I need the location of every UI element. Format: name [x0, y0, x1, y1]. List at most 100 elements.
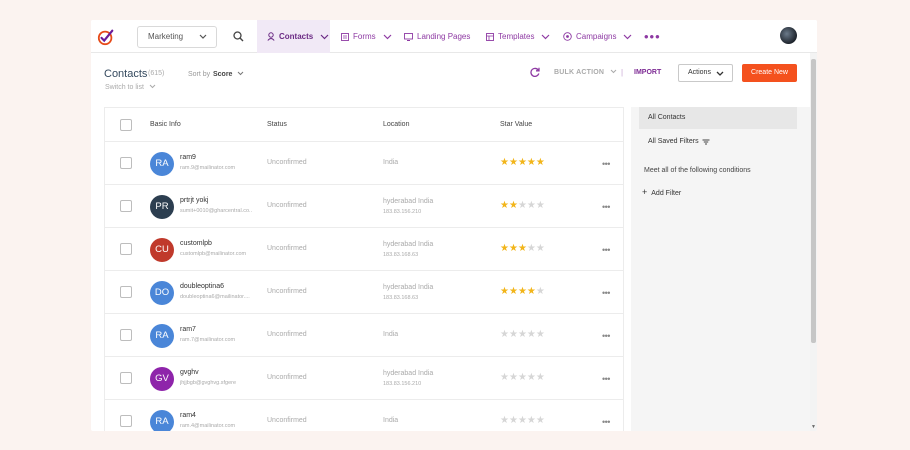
- nav-landing-pages[interactable]: Landing Pages: [404, 20, 470, 53]
- star-icon: ★: [508, 243, 518, 254]
- contact-email: jhjjbgb@gvghvg.sfgere: [180, 380, 237, 386]
- chevron-down-icon: [716, 71, 724, 76]
- workspace-select[interactable]: Marketing: [137, 26, 217, 48]
- table-row[interactable]: DO doubleoptina6 doubleoptina6@mailinator.…: [105, 271, 623, 314]
- contact-name[interactable]: doubleoptina6: [180, 283, 224, 290]
- chevron-down-icon: [610, 69, 617, 74]
- nav-contacts[interactable]: Contacts: [257, 20, 330, 53]
- add-filter-button[interactable]: + Add Filter: [642, 187, 681, 197]
- table-row[interactable]: RA ram9 ram.9@mailinator.com Unconfirmed Ind…: [105, 142, 623, 185]
- page-title: Contacts: [104, 68, 148, 80]
- row-checkbox[interactable]: [120, 415, 132, 427]
- row-checkbox[interactable]: [120, 243, 132, 255]
- import-button[interactable]: IMPORT: [634, 69, 661, 76]
- select-all-checkbox[interactable]: [120, 119, 132, 131]
- star-rating: ★ ★ ★ ★ ★: [500, 330, 545, 340]
- table-row[interactable]: CU customlpb customlpb@mailinator.com Uncon…: [105, 228, 623, 271]
- star-icon: ★: [535, 415, 545, 426]
- all-contacts-filter[interactable]: All Contacts: [639, 107, 797, 129]
- column-header[interactable]: Location: [383, 121, 409, 128]
- table-header: Basic Info Status Location Star Value: [105, 108, 623, 142]
- table-row[interactable]: RA ram4 ram.4@mailinator.com Unconfirmed Ind…: [105, 400, 623, 431]
- contact-name[interactable]: prtrjt yokj: [180, 197, 208, 204]
- vertical-scrollbar[interactable]: ▼: [810, 53, 817, 431]
- table-row[interactable]: GV gvghv jhjjbgb@gvghvg.sfgere Unconfirmed h…: [105, 357, 623, 400]
- star-icon: ★: [517, 157, 527, 168]
- contacts-count: (615): [148, 70, 165, 77]
- table-row[interactable]: PR prtrjt yokj sumit+0010@gharcentral.co..…: [105, 185, 623, 228]
- user-avatar[interactable]: [780, 27, 797, 44]
- row-menu-button[interactable]: •••: [602, 331, 610, 341]
- contact-email: ram.4@mailinator.com: [180, 423, 236, 429]
- filter-icon[interactable]: [702, 139, 710, 145]
- avatar[interactable]: RA: [150, 410, 174, 431]
- create-new-button[interactable]: Create New: [742, 64, 797, 82]
- nav-templates-label: Templates: [498, 32, 535, 41]
- star-icon: ★: [508, 415, 518, 426]
- search-icon[interactable]: [233, 31, 244, 42]
- star-icon: ★: [500, 157, 509, 168]
- row-menu-button[interactable]: •••: [602, 374, 610, 384]
- nav-templates[interactable]: Templates: [486, 20, 550, 53]
- row-checkbox[interactable]: [120, 286, 132, 298]
- contact-name[interactable]: ram9: [180, 154, 196, 161]
- contact-name[interactable]: ram4: [180, 412, 196, 419]
- status-text: Unconfirmed: [267, 331, 307, 338]
- chevron-down-icon: [624, 34, 632, 39]
- nav-forms[interactable]: Forms: [341, 20, 392, 53]
- table-row[interactable]: RA ram7 ram.7@mailinator.com Unconfirmed Ind…: [105, 314, 623, 357]
- chevron-down-icon: [149, 84, 156, 89]
- star-icon: ★: [526, 329, 536, 340]
- switch-to-list-label: Switch to list: [105, 84, 144, 91]
- bulk-action-button[interactable]: BULK ACTION: [554, 69, 617, 76]
- refresh-icon[interactable]: [530, 67, 540, 77]
- chevron-down-icon: [542, 34, 550, 39]
- ip-address: 183.83.168.63: [383, 295, 419, 301]
- star-icon: ★: [535, 200, 545, 211]
- avatar[interactable]: RA: [150, 152, 174, 176]
- scroll-down-arrow-icon[interactable]: ▼: [811, 424, 816, 430]
- switch-to-list-button[interactable]: Switch to list: [105, 84, 156, 91]
- row-menu-button[interactable]: •••: [602, 159, 610, 169]
- nav-forms-label: Forms: [353, 32, 376, 41]
- star-icon: ★: [526, 372, 536, 383]
- nav-landing-pages-label: Landing Pages: [417, 32, 471, 41]
- location-text: hyderabad India: [383, 241, 434, 248]
- star-icon: ★: [517, 200, 527, 211]
- row-menu-button[interactable]: •••: [602, 202, 610, 212]
- actions-button[interactable]: Actions: [678, 64, 733, 82]
- contact-name[interactable]: ram7: [180, 326, 196, 333]
- more-nav-button[interactable]: •••: [644, 29, 661, 44]
- avatar[interactable]: RA: [150, 324, 174, 348]
- row-checkbox[interactable]: [120, 329, 132, 341]
- scrollbar-thumb[interactable]: [811, 59, 816, 343]
- row-menu-button[interactable]: •••: [602, 245, 610, 255]
- column-header[interactable]: Star Value: [500, 121, 532, 128]
- row-checkbox[interactable]: [120, 157, 132, 169]
- sort-select[interactable]: Score: [213, 71, 244, 78]
- chevron-down-icon: [383, 34, 392, 39]
- row-checkbox[interactable]: [120, 372, 132, 384]
- column-header[interactable]: Status: [267, 121, 287, 128]
- status-text: Unconfirmed: [267, 245, 307, 252]
- location-text: hyderabad India: [383, 198, 434, 205]
- contact-name[interactable]: gvghv: [180, 369, 199, 376]
- avatar[interactable]: GV: [150, 367, 174, 391]
- nav-campaigns[interactable]: Campaigns: [563, 20, 632, 53]
- chevron-down-icon: [320, 34, 329, 39]
- avatar[interactable]: CU: [150, 238, 174, 262]
- row-menu-button[interactable]: •••: [602, 417, 610, 427]
- app-logo-icon[interactable]: [97, 28, 115, 46]
- status-text: Unconfirmed: [267, 417, 307, 424]
- all-saved-filters[interactable]: All Saved Filters: [648, 138, 699, 145]
- chevron-down-icon: [238, 71, 244, 76]
- column-header[interactable]: Basic Info: [150, 121, 181, 128]
- avatar[interactable]: PR: [150, 195, 174, 219]
- avatar[interactable]: DO: [150, 281, 174, 305]
- row-checkbox[interactable]: [120, 200, 132, 212]
- contact-email: sumit+0010@gharcentral.co..: [180, 208, 253, 214]
- contact-name[interactable]: customlpb: [180, 240, 212, 247]
- star-icon: ★: [508, 157, 518, 168]
- conditions-text: Meet all of the following conditions: [644, 167, 751, 174]
- row-menu-button[interactable]: •••: [602, 288, 610, 298]
